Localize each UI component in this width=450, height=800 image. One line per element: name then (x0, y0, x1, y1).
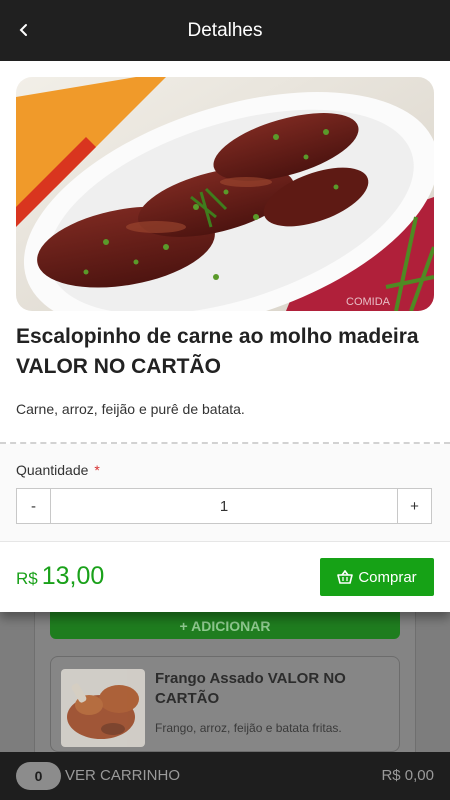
quantity-label: Quantidade * (16, 462, 100, 478)
decrement-button[interactable]: - (17, 489, 51, 523)
background-item-description: Frango, arroz, feijão e batata fritas. (155, 721, 342, 735)
buy-button-label: Comprar (358, 568, 417, 586)
background-item-title: Frango Assado VALOR NO CARTÃO (155, 670, 346, 707)
price-value: 13,00 (41, 562, 105, 590)
image-watermark: COMIDA (346, 296, 391, 308)
buy-button[interactable]: Comprar (320, 558, 434, 596)
top-bar: Detalhes (0, 0, 450, 61)
product-details-modal: Detalhes COMIDA Escalopinho de carne ao … (0, 0, 450, 612)
cart-bar[interactable]: 0 VER CARRINHO R$ 0,00 (0, 752, 450, 800)
price-currency: R$ (16, 569, 38, 588)
purchase-footer: R$ 13,00 Comprar (0, 541, 450, 612)
quantity-value[interactable]: 1 (51, 489, 397, 523)
roast-chicken-image (61, 669, 145, 747)
page-title: Detalhes (187, 19, 263, 41)
cart-count-badge: 0 (16, 762, 61, 790)
quantity-section: Quantidade * - 1 + (0, 444, 450, 541)
view-cart-link[interactable]: VER CARRINHO (65, 767, 180, 784)
dish-description: Carne, arroz, feijão e purê de batata. (16, 401, 245, 417)
chevron-left-icon[interactable] (10, 16, 38, 44)
increment-button[interactable]: + (397, 489, 431, 523)
cart-total: R$ 0,00 (381, 767, 434, 784)
dish-image: COMIDA (16, 77, 434, 311)
background-list-item: Frango Assado VALOR NO CARTÃO Frango, ar… (50, 656, 400, 752)
background-add-button: + ADICIONAR (50, 612, 400, 639)
price: R$ 13,00 (16, 562, 104, 591)
basket-icon (337, 570, 354, 584)
required-marker: * (94, 462, 100, 478)
dish-name: Escalopinho de carne ao molho madeira VA… (16, 325, 419, 378)
quantity-stepper: - 1 + (16, 488, 432, 524)
